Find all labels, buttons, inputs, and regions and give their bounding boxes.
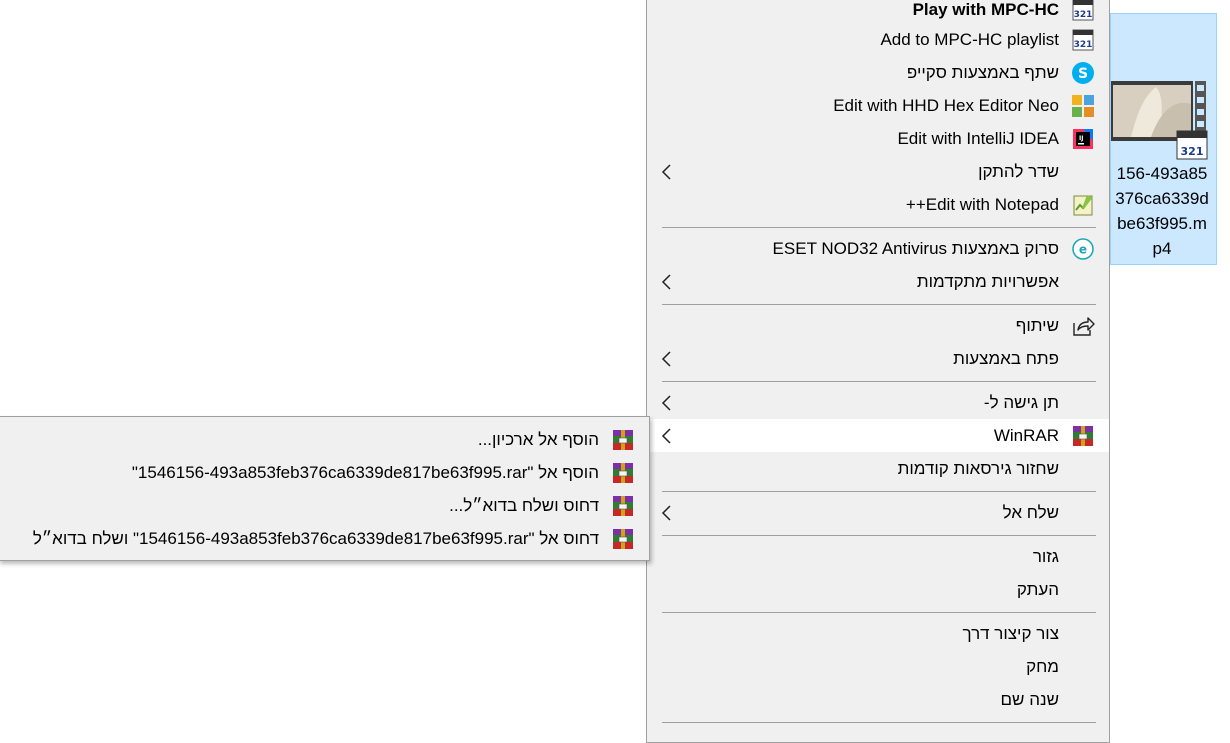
menu-item-label: Edit with IntelliJ IDEA	[897, 129, 1059, 148]
menu-item-label: שתף באמצעות סקייפ	[906, 63, 1059, 82]
menu-item-cast-to-device[interactable]: שדר להתקן	[647, 155, 1109, 188]
menu-item-label: תן גישה ל-	[983, 393, 1059, 412]
winrar-submenu: הוסף אל ארכיון... הוסף אל "1546156-493a8…	[0, 416, 650, 561]
chevron-left-icon	[661, 505, 671, 521]
submenu-item-compress-to-rar-and-email[interactable]: דחוס אל "1546156-493a853feb376ca6339de81…	[0, 522, 649, 555]
menu-item-label: Edit with Notepad++	[905, 195, 1059, 214]
menu-item-winrar[interactable]: WinRAR	[647, 419, 1109, 452]
selected-file-item[interactable]: 321 156-493a85 376ca6339d be63f995.m p4	[1110, 13, 1217, 265]
menu-item-label: Edit with HHD Hex Editor Neo	[833, 96, 1059, 115]
menu-item-intellij[interactable]: Edit with IntelliJ IDEA IJ	[647, 122, 1109, 155]
svg-text:IJ: IJ	[1079, 135, 1083, 142]
submenu-item-add-to-archive[interactable]: הוסף אל ארכיון...	[0, 423, 649, 456]
chevron-left-icon	[661, 395, 671, 411]
winrar-icon	[613, 529, 633, 549]
menu-item-open-with[interactable]: פתח באמצעות	[647, 342, 1109, 375]
menu-separator	[662, 722, 1096, 723]
chevron-left-icon	[661, 164, 671, 180]
mpc-hc-icon: 321	[1072, 29, 1094, 51]
menu-item-label: העתק	[1016, 580, 1059, 599]
menu-item-label: שנה שם	[1000, 690, 1059, 709]
menu-item-label: אפשרויות מתקדמות	[916, 272, 1059, 291]
file-name: 156-493a85 376ca6339d be63f995.m p4	[1107, 161, 1217, 261]
skype-icon: S	[1072, 62, 1094, 84]
context-menu: Play with MPC-HC 321 Add to MPC-HC playl…	[646, 0, 1110, 743]
menu-item-create-shortcut[interactable]: צור קיצור דרך	[647, 617, 1109, 650]
video-thumbnail-icon: 321	[1111, 79, 1208, 161]
winrar-icon	[613, 463, 633, 483]
menu-item-label: מחק	[1026, 657, 1059, 676]
menu-item-hex-editor[interactable]: Edit with HHD Hex Editor Neo	[647, 89, 1109, 122]
submenu-item-label: הוסף אל "1546156-493a853feb376ca6339de81…	[131, 463, 599, 482]
menu-item-label: שלח אל	[1002, 503, 1059, 522]
winrar-icon	[613, 496, 633, 516]
svg-text:S: S	[1078, 66, 1088, 82]
menu-item-notepadpp[interactable]: Edit with Notepad++	[647, 188, 1109, 221]
menu-item-rename[interactable]: שנה שם	[647, 683, 1109, 716]
menu-item-copy[interactable]: העתק	[647, 573, 1109, 606]
menu-item-label: סרוק באמצעות ESET NOD32 Antivirus	[772, 239, 1059, 258]
menu-item-eset-scan[interactable]: סרוק באמצעות ESET NOD32 Antivirus e	[647, 232, 1109, 265]
file-name-line: 156-493a85	[1116, 164, 1208, 183]
menu-separator	[662, 227, 1096, 228]
menu-item-restore-versions[interactable]: שחזור גירסאות קודמות	[647, 452, 1109, 485]
submenu-item-label: הוסף אל ארכיון...	[477, 430, 599, 449]
menu-item-delete[interactable]: מחק	[647, 650, 1109, 683]
menu-item-share-skype[interactable]: שתף באמצעות סקייפ S	[647, 56, 1109, 89]
file-name-line: 376ca6339d	[1115, 189, 1209, 208]
menu-separator	[662, 381, 1096, 382]
menu-item-label: פתח באמצעות	[953, 349, 1059, 368]
menu-item-label: שחזור גירסאות קודמות	[897, 459, 1059, 478]
menu-item-label: גזור	[1032, 547, 1059, 566]
menu-item-label: שדר להתקן	[978, 162, 1059, 181]
svg-text:e: e	[1079, 243, 1087, 257]
submenu-item-add-to-rar[interactable]: הוסף אל "1546156-493a853feb376ca6339de81…	[0, 456, 649, 489]
svg-text:321: 321	[1074, 10, 1093, 20]
menu-item-label: צור קיצור דרך	[962, 624, 1060, 643]
chevron-left-icon	[661, 351, 671, 367]
file-name-line: be63f995.m	[1117, 214, 1207, 233]
winrar-icon	[613, 430, 633, 450]
submenu-item-label: דחוס אל "1546156-493a853feb376ca6339de81…	[32, 529, 599, 548]
mpc-hc-icon: 321	[1176, 130, 1208, 160]
chevron-left-icon	[661, 428, 671, 444]
menu-item-label: שיתוף	[1015, 316, 1059, 335]
hex-editor-icon	[1072, 95, 1094, 117]
svg-text:321: 321	[1181, 145, 1204, 158]
file-name-line: p4	[1152, 239, 1172, 258]
menu-separator	[662, 612, 1096, 613]
menu-item-give-access[interactable]: תן גישה ל-	[647, 386, 1109, 419]
intellij-icon: IJ	[1073, 129, 1093, 149]
mpc-hc-icon: 321	[1072, 0, 1094, 21]
menu-item-share[interactable]: שיתוף	[647, 309, 1109, 342]
menu-item-add-to-playlist[interactable]: Add to MPC-HC playlist 321	[647, 23, 1109, 56]
chevron-left-icon	[661, 274, 671, 290]
submenu-item-compress-and-email[interactable]: דחוס ושלח בדוא״ל...	[0, 489, 649, 522]
menu-item-label: WinRAR	[993, 426, 1059, 445]
menu-separator	[662, 304, 1096, 305]
eset-icon: e	[1072, 238, 1094, 260]
menu-item-cut[interactable]: גזור	[647, 540, 1109, 573]
winrar-icon	[1073, 426, 1093, 446]
menu-item-label: Add to MPC-HC playlist	[880, 30, 1059, 49]
menu-item-send-to[interactable]: שלח אל	[647, 496, 1109, 529]
svg-text:321: 321	[1074, 40, 1093, 50]
menu-separator	[662, 535, 1096, 536]
menu-separator	[662, 491, 1096, 492]
menu-item-advanced-options[interactable]: אפשרויות מתקדמות	[647, 265, 1109, 298]
share-icon	[1073, 317, 1095, 336]
notepadpp-icon	[1073, 195, 1093, 216]
submenu-item-label: דחוס ושלח בדוא״ל...	[449, 496, 599, 515]
